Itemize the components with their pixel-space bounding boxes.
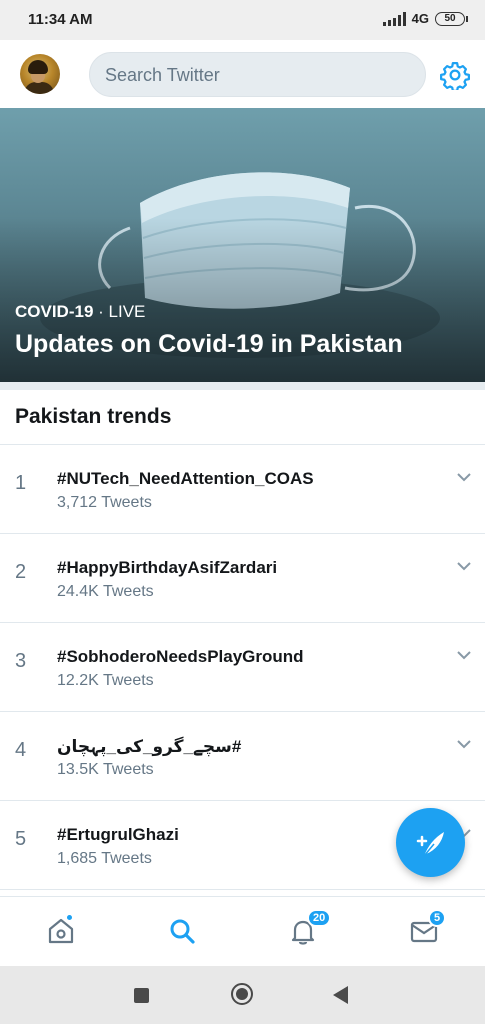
chevron-down-icon[interactable]: [456, 560, 472, 572]
network-type: 4G: [411, 11, 429, 26]
messages-badge: 5: [428, 909, 447, 927]
home-system-button[interactable]: [231, 983, 253, 1005]
trend-name: #NUTech_NeedAttention_COAS: [57, 469, 314, 488]
notifications-badge: 20: [307, 909, 332, 927]
search-icon[interactable]: [166, 915, 198, 947]
trend-name: #ErtugrulGhazi: [57, 825, 179, 844]
compose-tweet-icon: [416, 832, 444, 857]
trend-item[interactable]: 2 #HappyBirthdayAsifZardari 24.4K Tweets: [0, 534, 485, 623]
profile-avatar[interactable]: [20, 54, 60, 94]
system-navigation-bar: [0, 966, 485, 1024]
trend-rank: 3: [15, 650, 27, 672]
mail-icon[interactable]: 5: [408, 909, 447, 947]
compose-tweet-button[interactable]: [396, 808, 465, 877]
search-placeholder: Search Twitter: [105, 65, 220, 85]
covid-hero-banner[interactable]: COVID-19 · LIVE Updates on Covid-19 in P…: [0, 108, 485, 382]
hero-live-label: LIVE: [108, 302, 146, 321]
chevron-down-icon[interactable]: [456, 649, 472, 661]
home-unread-dot: [65, 913, 74, 922]
trend-item[interactable]: 3 #SobhoderoNeedsPlayGround 12.2K Tweets: [0, 623, 485, 712]
trend-rank: 4: [15, 739, 27, 761]
trend-count: 12.2K Tweets: [57, 672, 154, 689]
trend-count: 1,685 Tweets: [57, 850, 152, 867]
status-time: 11:34 AM: [28, 11, 93, 28]
battery-level: 50: [444, 13, 456, 24]
battery-icon: 50: [435, 11, 468, 26]
gear-icon[interactable]: [440, 60, 470, 92]
trend-count: 3,712 Tweets: [57, 494, 152, 511]
trend-count: 24.4K Tweets: [57, 583, 154, 600]
hero-separator: ·: [93, 302, 109, 321]
recents-button[interactable]: [134, 988, 149, 1003]
top-header: Search Twitter: [0, 40, 485, 108]
hero-title: Updates on Covid-19 in Pakistan: [15, 330, 403, 358]
search-input[interactable]: Search Twitter: [89, 52, 426, 97]
signal-icon: [382, 11, 406, 26]
trend-item[interactable]: 4 #سچے_گرو_کی_پہچان 13.5K Tweets: [0, 712, 485, 801]
bottom-navigation: 20 5: [0, 896, 485, 966]
trend-rank: 1: [15, 472, 27, 494]
trend-rank: 2: [15, 561, 27, 583]
back-button[interactable]: [333, 986, 348, 1004]
trend-name: #SobhoderoNeedsPlayGround: [57, 647, 304, 666]
trend-count: 13.5K Tweets: [57, 761, 154, 778]
hero-category: COVID-19: [15, 302, 94, 321]
status-bar: 11:34 AM 4G 50: [0, 0, 485, 40]
status-indicators: 4G 50: [382, 11, 468, 26]
home-icon[interactable]: [45, 913, 77, 947]
bell-icon[interactable]: 20: [287, 909, 332, 947]
hero-label: COVID-19 · LIVE: [15, 302, 145, 322]
section-divider: [0, 382, 485, 390]
trend-item[interactable]: 1 #NUTech_NeedAttention_COAS 3,712 Tweet…: [0, 445, 485, 534]
trend-name: #سچے_گرو_کی_پہچان: [57, 737, 242, 756]
trend-rank: 5: [15, 828, 27, 850]
chevron-down-icon[interactable]: [456, 471, 472, 483]
trends-title: Pakistan trends: [15, 405, 172, 428]
trend-name: #HappyBirthdayAsifZardari: [57, 558, 278, 577]
chevron-down-icon[interactable]: [456, 738, 472, 750]
